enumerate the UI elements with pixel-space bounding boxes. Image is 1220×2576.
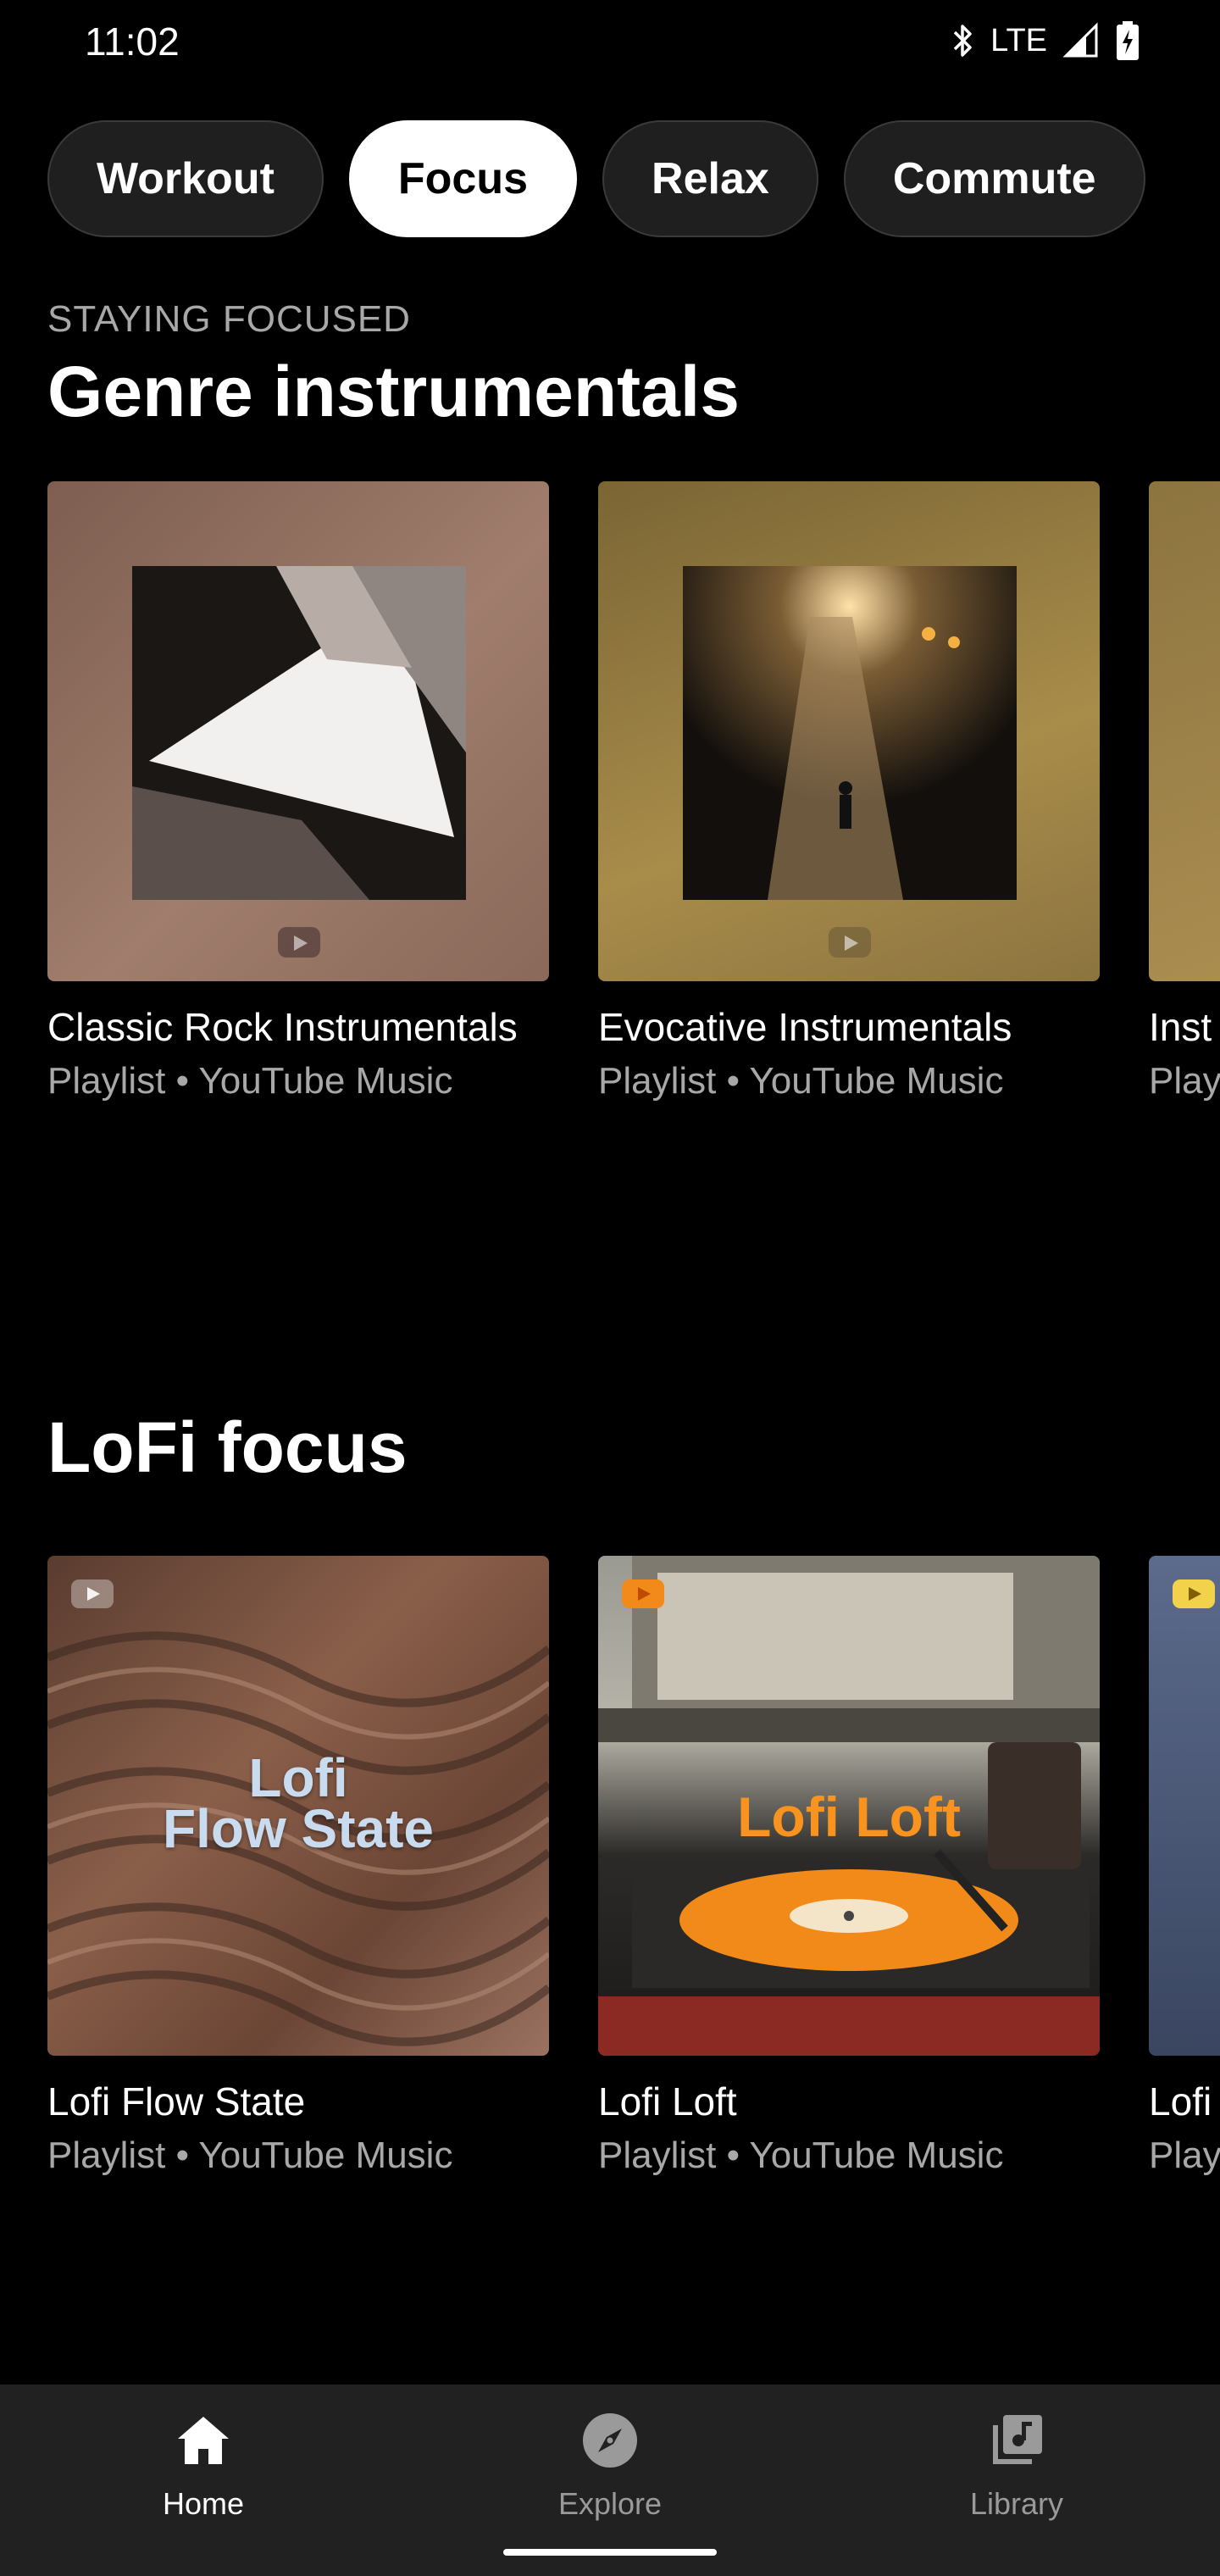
playlist-thumbnail[interactable]: Lofi Loft xyxy=(598,1556,1100,2056)
genre-instrumentals-carousel: Classic Rock Instrumentals Playlist • Yo… xyxy=(47,481,1220,1159)
battery-charging-icon xyxy=(1117,21,1139,60)
playlist-card-classic-rock[interactable]: Classic Rock Instrumentals Playlist • Yo… xyxy=(47,481,549,1102)
album-art-image xyxy=(683,566,1017,900)
playlist-subtitle: Playlist • YouTube Music xyxy=(47,2135,453,2176)
chip-workout[interactable]: Workout xyxy=(47,120,324,237)
youtube-logo-icon xyxy=(829,927,871,958)
playlist-card-partial[interactable]: Lofi Play xyxy=(1149,1556,1220,2177)
nav-item-home[interactable]: Home xyxy=(76,2410,330,2522)
youtube-logo-icon xyxy=(1173,1579,1215,1608)
status-icons: LTE xyxy=(950,20,1140,61)
nav-label-library: Library xyxy=(969,2486,1064,2521)
playlist-thumbnail[interactable] xyxy=(598,481,1100,981)
status-time: 11:02 xyxy=(85,19,180,64)
signal-icon xyxy=(1062,22,1098,58)
playlist-subtitle: Play xyxy=(1149,1060,1220,1102)
explore-icon xyxy=(583,2413,637,2468)
home-icon xyxy=(178,2417,229,2464)
cover-art-text: Lofi Flow State xyxy=(162,1747,435,1859)
playlist-thumbnail[interactable] xyxy=(1149,1556,1220,2056)
lofi-focus-carousel: Lofi Flow State Lofi Flow State Playlist… xyxy=(47,1556,1220,2234)
nav-label-home: Home xyxy=(162,2486,245,2521)
playlist-subtitle: Playlist • YouTube Music xyxy=(598,2135,1004,2176)
youtube-logo-icon xyxy=(71,1579,114,1608)
playlist-title[interactable]: Inst xyxy=(1149,1003,1220,1052)
playlist-title[interactable]: Lofi xyxy=(1149,2078,1220,2126)
section-title-lofi-focus[interactable]: LoFi focus xyxy=(47,1407,408,1489)
chip-commute[interactable]: Commute xyxy=(843,120,1145,237)
playlist-thumbnail[interactable]: Lofi Flow State xyxy=(47,1556,549,2056)
playlist-subtitle: Playlist • YouTube Music xyxy=(598,1060,1004,1102)
section-title-genre-instrumentals[interactable]: Genre instrumentals xyxy=(47,351,740,433)
playlist-title[interactable]: Lofi Flow State xyxy=(47,2078,549,2126)
cover-art-text: Lofi Loft xyxy=(737,1785,961,1848)
chip-relax[interactable]: Relax xyxy=(602,120,818,237)
playlist-title[interactable]: Classic Rock Instrumentals xyxy=(47,1003,549,1052)
album-art-image xyxy=(132,566,466,900)
youtube-logo-icon xyxy=(622,1579,664,1608)
app-screen: 11:02 LTE Workout Focus Relax Commute ST… xyxy=(0,0,1220,2576)
playlist-title[interactable]: Evocative Instrumentals xyxy=(598,1003,1100,1052)
playlist-card-lofi-loft[interactable]: Lofi Loft Lofi Loft Playlist • YouTube M… xyxy=(598,1556,1100,2177)
bottom-navigation: Home Explore Library xyxy=(0,2384,1220,2576)
playlist-card-partial[interactable]: Inst Play xyxy=(1149,481,1220,1102)
nav-item-library[interactable]: Library xyxy=(890,2410,1144,2522)
chip-focus[interactable]: Focus xyxy=(348,120,578,237)
playlist-subtitle: Play xyxy=(1149,2135,1220,2176)
youtube-logo-icon xyxy=(278,927,320,958)
status-bar: 11:02 LTE xyxy=(0,0,1220,88)
bluetooth-icon xyxy=(953,25,972,57)
network-type-label: LTE xyxy=(990,22,1047,58)
playlist-thumbnail[interactable] xyxy=(1149,481,1220,981)
playlist-subtitle: Playlist • YouTube Music xyxy=(47,1060,453,1102)
nav-item-explore[interactable]: Explore xyxy=(483,2410,737,2522)
playlist-card-lofi-flow-state[interactable]: Lofi Flow State Lofi Flow State Playlist… xyxy=(47,1556,549,2177)
playlist-title[interactable]: Lofi Loft xyxy=(598,2078,1100,2126)
playlist-card-evocative[interactable]: Evocative Instrumentals Playlist • YouTu… xyxy=(598,481,1100,1102)
playlist-thumbnail[interactable] xyxy=(47,481,549,981)
library-icon xyxy=(993,2415,1042,2464)
mood-chips: Workout Focus Relax Commute xyxy=(47,120,1145,237)
section-kicker: STAYING FOCUSED xyxy=(47,298,411,340)
gesture-home-indicator[interactable] xyxy=(503,2549,717,2556)
nav-label-explore: Explore xyxy=(557,2486,663,2521)
